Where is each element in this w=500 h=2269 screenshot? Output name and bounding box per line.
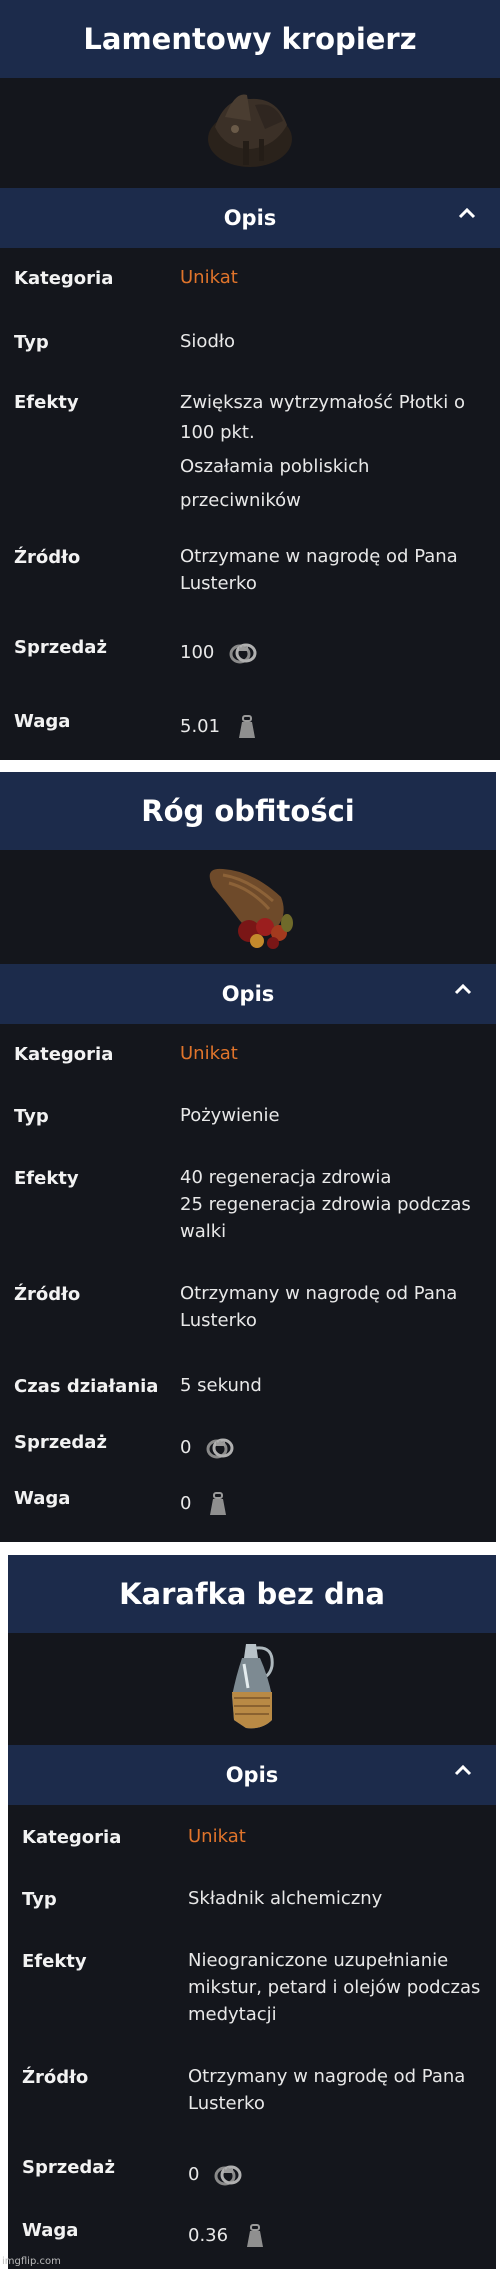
row-value: Unikat (188, 1826, 246, 1847)
row-label: Sprzedaż (22, 2157, 115, 2178)
item-image (8, 1631, 496, 1741)
row-value: Otrzymany w nagrodę od Pana Lusterko (180, 1283, 458, 1331)
row-value: Otrzymany w nagrodę od Pana Lusterko (188, 2066, 466, 2114)
carafe-icon (232, 1644, 274, 1729)
weight-icon (210, 1492, 227, 1515)
row-value: Pożywienie (180, 1105, 280, 1126)
row-value: Zwiększa wytrzymałość Płotki o 100 pkt. … (180, 392, 465, 511)
row-label: Źródło (22, 2067, 89, 2088)
weight-icon (238, 715, 255, 738)
row-label: Źródło (14, 547, 81, 568)
row-label: Kategoria (14, 268, 114, 289)
opis-label: Opis (221, 982, 275, 1006)
chevron-up-icon[interactable] (452, 1759, 474, 1781)
weight-icon (246, 2224, 263, 2247)
row-label: Waga (14, 1488, 71, 1509)
row-label: Efekty (22, 1951, 87, 1972)
opis-bar[interactable]: Opis (0, 964, 496, 1024)
row-value: 0 (188, 2161, 484, 2188)
row-label: Efekty (14, 392, 79, 413)
cornucopia-icon (209, 868, 293, 949)
item-title: Lamentowy kropierz (0, 0, 500, 78)
row-value: 0.36 (188, 2222, 484, 2249)
opis-label: Opis (225, 1763, 279, 1787)
row-value: 0 (180, 1434, 484, 1461)
crowns-icon (214, 2165, 242, 2186)
item-card-carafe: Karafka bez dna Opis Kategoria Unikat Ty… (8, 1555, 496, 2269)
crowns-icon (206, 1438, 234, 1459)
item-title: Karafka bez dna (8, 1555, 496, 1633)
item-image (0, 852, 496, 962)
row-label: Czas działania (14, 1376, 159, 1397)
row-value: 40 regeneracja zdrowia 25 regeneracja zd… (180, 1167, 471, 1242)
item-card-saddle: Lamentowy kropierz Opis Kategoria Unikat… (0, 0, 500, 760)
row-value: 100 (180, 639, 488, 666)
row-value: 5.01 (180, 713, 488, 740)
row-label: Źródło (14, 1284, 81, 1305)
row-label: Sprzedaż (14, 637, 107, 658)
row-label: Kategoria (22, 1827, 122, 1848)
row-label: Efekty (14, 1168, 79, 1189)
row-value: Unikat (180, 267, 238, 288)
row-label: Sprzedaż (14, 1432, 107, 1453)
row-label: Typ (22, 1889, 57, 1910)
saddle-icon (208, 94, 292, 167)
row-label: Kategoria (14, 1044, 114, 1065)
chevron-up-icon[interactable] (452, 978, 474, 1000)
row-value: Składnik alchemiczny (188, 1888, 383, 1909)
item-title: Róg obfitości (0, 772, 496, 850)
watermark: imgflip.com (2, 2256, 61, 2267)
item-image (0, 72, 500, 182)
row-value: 0 (180, 1490, 484, 1517)
row-label: Typ (14, 1106, 49, 1127)
row-value: Otrzymane w nagrodę od Pana Lusterko (180, 546, 458, 594)
crowns-icon (229, 643, 257, 664)
row-value: Unikat (180, 1043, 238, 1064)
opis-bar[interactable]: Opis (0, 188, 500, 248)
row-value: 5 sekund (180, 1375, 262, 1396)
item-card-cornucopia: Róg obfitości Opis Kategoria Unikat Typ … (0, 772, 496, 1542)
chevron-up-icon[interactable] (456, 202, 478, 224)
row-label: Waga (14, 711, 71, 732)
opis-bar[interactable]: Opis (8, 1745, 496, 1805)
opis-label: Opis (223, 206, 277, 230)
row-label: Typ (14, 332, 49, 353)
row-value: Siodło (180, 331, 235, 352)
row-value: Nieograniczone uzupełnianie mikstur, pet… (188, 1950, 481, 2025)
row-label: Waga (22, 2220, 79, 2241)
